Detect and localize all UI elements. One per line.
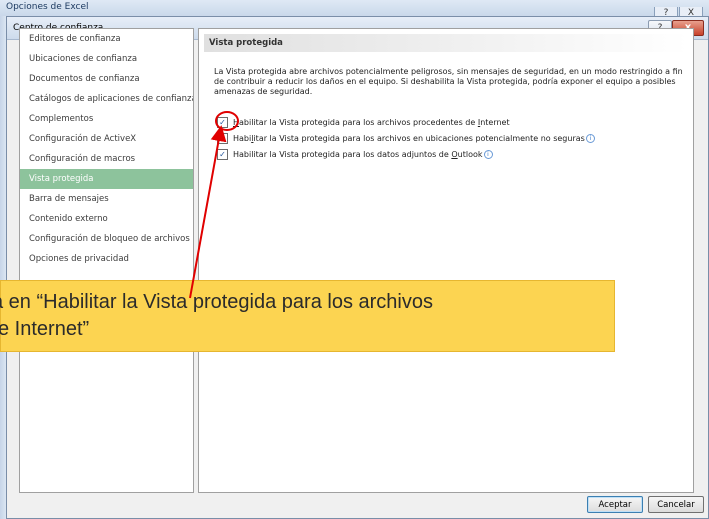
annotation-arrow xyxy=(189,125,227,299)
highlight-circle xyxy=(215,111,239,131)
annotation-overlay xyxy=(189,111,239,299)
